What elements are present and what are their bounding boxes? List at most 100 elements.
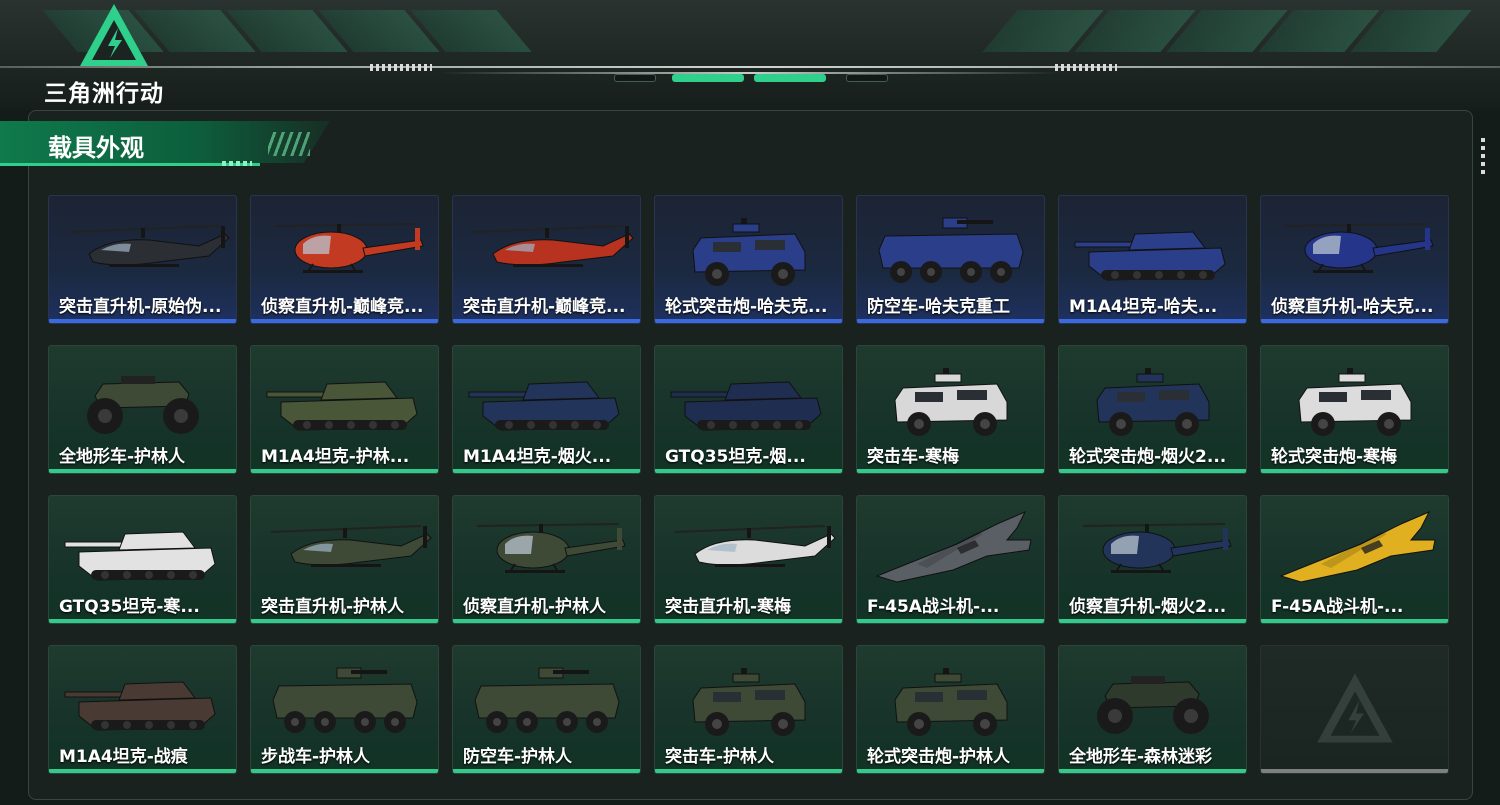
vehicle-skin-name: 突击直升机-寒梅 bbox=[665, 597, 792, 617]
rarity-bar bbox=[251, 319, 438, 323]
vehicle-skin-card[interactable]: 侦察直升机-护林人 bbox=[452, 495, 641, 624]
vehicle-skin-name: 轮式突击炮-烟火2... bbox=[1069, 447, 1227, 467]
vehicle-skin-name: 步战车-护林人 bbox=[261, 747, 371, 767]
vehicle-skin-name: 侦察直升机-护林人 bbox=[463, 597, 607, 617]
vehicle-skin-card[interactable]: M1A4坦克-护林... bbox=[250, 345, 439, 474]
vehicle-skin-name: 侦察直升机-巅峰竞... bbox=[261, 297, 424, 317]
banner-decoration-right bbox=[982, 10, 1472, 52]
tank-icon bbox=[655, 354, 842, 440]
vehicle-skin-card[interactable]: 突击直升机-巅峰竞... bbox=[452, 195, 641, 324]
attack-helicopter-icon bbox=[453, 204, 640, 290]
armored-car-icon bbox=[655, 654, 842, 740]
vehicle-skin-card[interactable]: 轮式突击炮-寒梅 bbox=[1260, 345, 1449, 474]
armored-car-icon bbox=[857, 354, 1044, 440]
rarity-bar bbox=[857, 469, 1044, 473]
armored-car-icon bbox=[1261, 354, 1448, 440]
vehicle-skin-name: M1A4坦克-哈夫... bbox=[1069, 297, 1218, 317]
scout-helicopter-icon bbox=[251, 204, 438, 290]
vehicle-skin-name: GTQ35坦克-烟... bbox=[665, 447, 806, 467]
rarity-bar bbox=[1059, 319, 1246, 323]
vehicle-skin-card[interactable]: 突击车-护林人 bbox=[654, 645, 843, 774]
page-indicator-active bbox=[754, 74, 826, 82]
rarity-bar bbox=[49, 769, 236, 773]
vehicle-skin-card[interactable]: GTQ35坦克-烟... bbox=[654, 345, 843, 474]
scroll-indicator[interactable] bbox=[1481, 138, 1485, 178]
top-banner: 三角洲行动 bbox=[0, 0, 1500, 110]
vehicle-skin-card[interactable]: M1A4坦克-哈夫... bbox=[1058, 195, 1247, 324]
apc-icon bbox=[453, 654, 640, 740]
vehicle-skin-card[interactable]: 轮式突击炮-烟火2... bbox=[1058, 345, 1247, 474]
vehicle-skin-name: M1A4坦克-护林... bbox=[261, 447, 410, 467]
vehicle-skin-card[interactable]: 轮式突击炮-护林人 bbox=[856, 645, 1045, 774]
vehicle-skin-name: 轮式突击炮-寒梅 bbox=[1271, 447, 1398, 467]
rarity-bar bbox=[1261, 619, 1448, 623]
attack-helicopter-icon bbox=[49, 204, 236, 290]
game-logo: 三角洲行动 bbox=[44, 2, 184, 107]
rarity-bar bbox=[857, 769, 1044, 773]
scout-helicopter-icon bbox=[453, 504, 640, 590]
vehicle-skin-card[interactable]: 防空车-哈夫克重工 bbox=[856, 195, 1045, 324]
attack-helicopter-icon bbox=[251, 504, 438, 590]
rarity-bar bbox=[251, 619, 438, 623]
vehicle-skin-name: 轮式突击炮-护林人 bbox=[867, 747, 1011, 767]
vehicle-skin-card[interactable]: 突击车-寒梅 bbox=[856, 345, 1045, 474]
vehicle-skin-card[interactable]: M1A4坦克-战痕 bbox=[48, 645, 237, 774]
vehicle-skin-name: 全地形车-护林人 bbox=[59, 447, 186, 467]
vehicle-skin-card[interactable]: 轮式突击炮-哈夫克... bbox=[654, 195, 843, 324]
tank-icon bbox=[49, 504, 236, 590]
fighter-jet-icon bbox=[1261, 504, 1448, 590]
delta-triangle-logo-icon bbox=[80, 4, 148, 66]
rarity-bar bbox=[655, 469, 842, 473]
vehicle-skin-card[interactable]: F-45A战斗机-... bbox=[856, 495, 1045, 624]
vehicle-skin-name: 侦察直升机-哈夫克... bbox=[1271, 297, 1434, 317]
vehicle-skin-card[interactable]: M1A4坦克-烟火... bbox=[452, 345, 641, 474]
vehicle-skin-name: GTQ35坦克-寒... bbox=[59, 597, 200, 617]
vehicle-skin-card[interactable]: 全地形车-护林人 bbox=[48, 345, 237, 474]
empty-skin-slot[interactable] bbox=[1260, 645, 1449, 774]
logo-text: 三角洲行动 bbox=[44, 81, 164, 107]
vehicle-skin-name: 防空车-哈夫克重工 bbox=[867, 297, 1011, 317]
attack-helicopter-icon bbox=[655, 504, 842, 590]
armored-car-icon bbox=[857, 654, 1044, 740]
vehicle-skin-card[interactable]: 步战车-护林人 bbox=[250, 645, 439, 774]
rarity-bar bbox=[655, 319, 842, 323]
tank-icon bbox=[49, 654, 236, 740]
scout-helicopter-icon bbox=[1261, 204, 1448, 290]
vehicle-skin-card[interactable]: GTQ35坦克-寒... bbox=[48, 495, 237, 624]
vehicle-skin-card[interactable]: 防空车-护林人 bbox=[452, 645, 641, 774]
tank-icon bbox=[453, 354, 640, 440]
banner-divider bbox=[0, 66, 1500, 68]
rarity-bar bbox=[49, 319, 236, 323]
rarity-bar bbox=[453, 619, 640, 623]
vehicle-skin-name: 突击直升机-原始伪... bbox=[59, 297, 222, 317]
delta-triangle-logo-icon bbox=[1317, 673, 1393, 743]
vehicle-skin-card[interactable]: 突击直升机-护林人 bbox=[250, 495, 439, 624]
vehicle-skin-name: 轮式突击炮-哈夫克... bbox=[665, 297, 828, 317]
vehicle-skin-card[interactable]: 突击直升机-寒梅 bbox=[654, 495, 843, 624]
vehicle-skin-name: F-45A战斗机-... bbox=[867, 597, 1000, 617]
rarity-bar bbox=[1059, 469, 1246, 473]
rarity-bar bbox=[49, 619, 236, 623]
tank-icon bbox=[1059, 204, 1246, 290]
rarity-bar bbox=[1261, 319, 1448, 323]
rarity-bar bbox=[1059, 769, 1246, 773]
vehicle-skin-card[interactable]: 全地形车-森林迷彩 bbox=[1058, 645, 1247, 774]
vehicle-skin-card[interactable]: 侦察直升机-烟火2... bbox=[1058, 495, 1247, 624]
rarity-bar bbox=[251, 469, 438, 473]
vehicle-skin-card[interactable]: F-45A战斗机-... bbox=[1260, 495, 1449, 624]
vehicle-skin-name: 突击车-寒梅 bbox=[867, 447, 960, 467]
rarity-bar bbox=[1261, 469, 1448, 473]
page-indicator bbox=[846, 74, 888, 82]
vehicle-skin-card[interactable]: 突击直升机-原始伪... bbox=[48, 195, 237, 324]
armored-car-icon bbox=[1059, 354, 1246, 440]
tank-icon bbox=[251, 354, 438, 440]
vehicle-skin-name: 全地形车-森林迷彩 bbox=[1069, 747, 1213, 767]
scout-helicopter-icon bbox=[1059, 504, 1246, 590]
vehicle-skin-card[interactable]: 侦察直升机-巅峰竞... bbox=[250, 195, 439, 324]
rarity-bar bbox=[453, 319, 640, 323]
armored-car-icon bbox=[655, 204, 842, 290]
rarity-bar bbox=[1059, 619, 1246, 623]
rarity-bar bbox=[453, 769, 640, 773]
atv-icon bbox=[49, 354, 236, 440]
vehicle-skin-card[interactable]: 侦察直升机-哈夫克... bbox=[1260, 195, 1449, 324]
